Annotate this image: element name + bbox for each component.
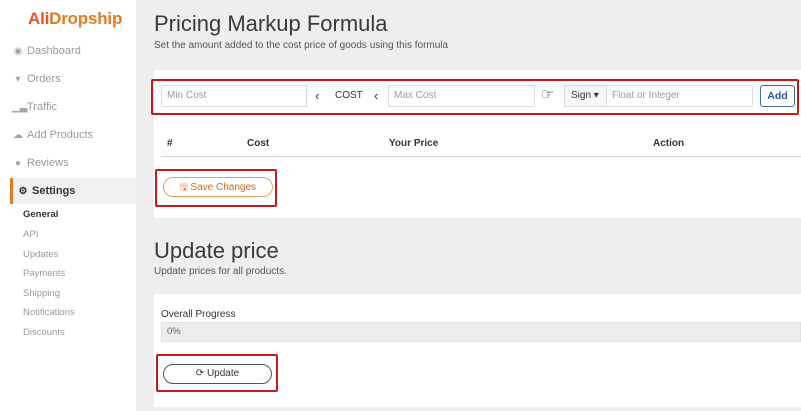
submenu-item-discounts[interactable]: Discounts <box>23 327 65 338</box>
sidebar-item-settings[interactable]: ⚙ Settings <box>10 178 136 204</box>
gear-icon: ⚙ <box>18 185 28 197</box>
sidebar-item-reviews[interactable]: ● Reviews <box>12 151 136 175</box>
min-cost-input[interactable]: Min Cost <box>161 85 307 107</box>
column-header-index: # <box>167 138 173 149</box>
max-cost-input[interactable]: Max Cost <box>388 85 535 107</box>
submenu-item-api[interactable]: API <box>23 229 38 240</box>
bar-chart-icon: ▁▃ <box>12 101 28 113</box>
pointing-hand-icon: ☞ <box>541 86 555 103</box>
sidebar-item-dashboard[interactable]: ◉ Dashboard <box>12 39 136 63</box>
progress-label: Overall Progress <box>161 309 236 320</box>
sidebar-item-add-products[interactable]: ☁ Add Products <box>12 123 136 147</box>
sidebar-item-label: Dashboard <box>27 45 81 57</box>
less-than-symbol: ‹ <box>315 88 320 103</box>
submenu-item-notifications[interactable]: Notifications <box>23 307 75 318</box>
update-label: Update <box>206 368 240 379</box>
add-button[interactable]: Add <box>760 85 795 107</box>
column-header-your-price: Your Price <box>389 138 439 149</box>
sidebar-item-label: Orders <box>27 73 61 85</box>
submenu-item-general[interactable]: General <box>23 209 58 220</box>
sidebar-item-label: Settings <box>32 185 76 197</box>
sidebar-item-label: Add Products <box>27 129 94 141</box>
page-title: Pricing Markup Formula <box>154 11 388 36</box>
sidebar-item-orders[interactable]: ▾ Orders <box>12 67 136 91</box>
column-header-action: Action <box>653 138 685 149</box>
column-header-cost: Cost <box>247 138 270 149</box>
table-divider <box>161 156 801 157</box>
cloud-icon: ☁ <box>13 129 23 141</box>
logo-part-ali: Ali <box>28 9 50 28</box>
comment-icon: ● <box>14 157 22 169</box>
brand-logo[interactable]: AliDropship <box>28 9 122 29</box>
cost-label: COST <box>335 90 363 101</box>
dashboard-icon: ◉ <box>13 45 23 57</box>
refresh-icon: ⟳ <box>195 368 205 379</box>
cart-icon: ▾ <box>15 73 21 85</box>
save-changes-label: Save Changes <box>190 182 257 193</box>
submenu-item-payments[interactable]: Payments <box>23 268 65 279</box>
sidebar-item-traffic[interactable]: ▁▃ Traffic <box>12 95 136 119</box>
sidebar: AliDropship ◉ Dashboard ▾ Orders ▁▃ Traf… <box>0 0 136 411</box>
update-title: Update price <box>154 238 279 263</box>
overall-progress-bar: 0% <box>161 322 801 342</box>
save-icon: 🖫 <box>179 182 188 192</box>
update-button[interactable]: ⟳ Update <box>163 364 272 384</box>
submenu-item-updates[interactable]: Updates <box>23 249 58 260</box>
sidebar-item-label: Reviews <box>27 157 69 169</box>
submenu-item-shipping[interactable]: Shipping <box>23 288 60 299</box>
sign-dropdown[interactable]: Sign ▾ <box>564 85 607 107</box>
markup-value-input[interactable]: Float or Integer <box>606 85 753 107</box>
sidebar-item-label: Traffic <box>27 101 57 113</box>
update-subtitle: Update prices for all products. <box>154 266 287 277</box>
save-changes-button[interactable]: 🖫 Save Changes <box>163 177 273 197</box>
logo-part-dropship: Dropship <box>49 9 123 28</box>
less-than-symbol: ‹ <box>374 88 379 103</box>
progress-value: 0% <box>167 326 181 337</box>
page-subtitle: Set the amount added to the cost price o… <box>154 40 449 51</box>
